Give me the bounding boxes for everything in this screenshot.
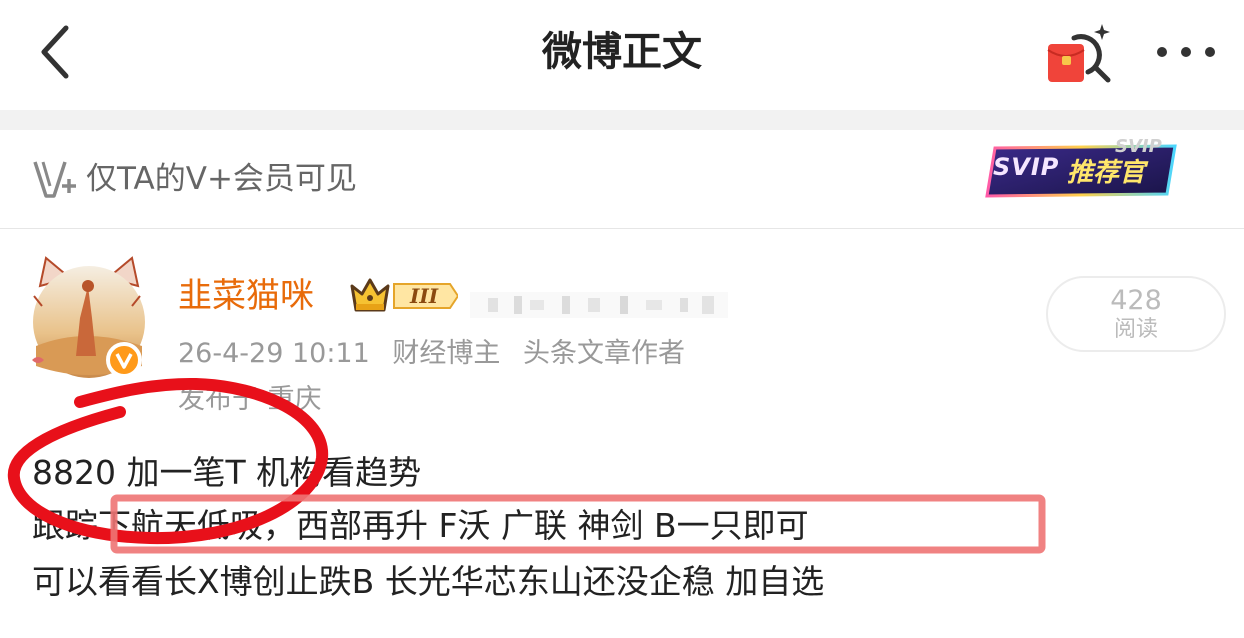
more-dots-icon [1157, 47, 1215, 57]
more-button[interactable] [1154, 32, 1218, 72]
post-location: 发布于 重庆 [178, 384, 322, 415]
v-plus-icon [33, 161, 76, 198]
post-text-line: 跟踪下航天低吸，西部再升 F沃 广联 神剑 B一只即可 [32, 506, 809, 545]
svip-label: SVIP [993, 153, 1060, 181]
post-meta: 26-4-29 10:11 财经博主 头条文章作者 [178, 334, 699, 374]
post-timestamp: 26-4-29 10:11 [178, 338, 370, 369]
post-text-line: 8820 加一笔T 机构看趋势 [32, 453, 422, 492]
top-navigation-bar: 微博正文 [0, 0, 1244, 110]
post-text-line: 可以看看长X博创止跌B 长光华芯东山还没企稳 加自选 [32, 562, 825, 601]
crown-level: III [409, 284, 439, 308]
section-separator [0, 110, 1244, 130]
crown-icon: III [350, 278, 458, 312]
read-count: 428 [1110, 285, 1162, 316]
avatar-image [32, 256, 145, 378]
blurred-badges [470, 292, 728, 318]
author-tag: 财经博主 [392, 338, 501, 369]
read-label: 阅读 [1113, 317, 1158, 342]
svip-recommender-badge[interactable]: SVIP SVIP 推荐官 [985, 136, 1177, 200]
divider [0, 228, 1244, 229]
red-packet-search-icon [1047, 24, 1111, 83]
author-tag: 头条文章作者 [522, 338, 685, 369]
avatar[interactable] [26, 256, 152, 386]
red-packet-search-button[interactable] [1044, 22, 1114, 86]
fan-crown-badge[interactable]: III [350, 276, 458, 316]
svip-recommender-label: 推荐官 [1067, 158, 1146, 188]
author-name[interactable]: 韭菜猫咪 [178, 272, 314, 320]
read-count-pill: 428 阅读 [1046, 276, 1226, 352]
membership-visibility-text: 仅TA的V+会员可见 [86, 161, 357, 197]
